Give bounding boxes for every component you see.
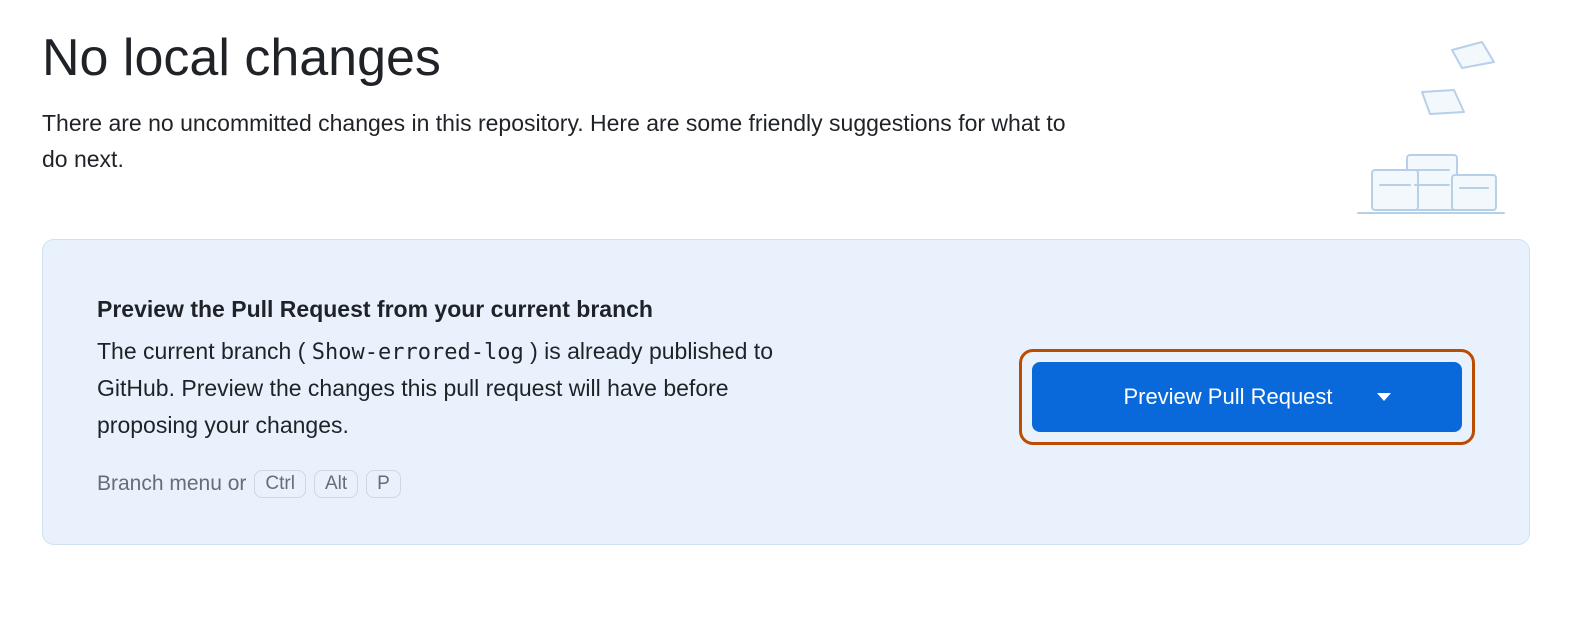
- branch-name: Show-errored-log: [312, 340, 524, 365]
- card-body: The current branch ( Show-errored-log ) …: [97, 333, 827, 444]
- shortcut-hint: Branch menu or Ctrl Alt P: [97, 470, 979, 498]
- caret-down-icon: [1377, 393, 1391, 401]
- card-action-area: Preview Pull Request: [1019, 349, 1475, 445]
- card-title: Preview the Pull Request from your curre…: [97, 296, 979, 323]
- page-title: No local changes: [42, 28, 1530, 88]
- preview-pull-request-button[interactable]: Preview Pull Request: [1032, 362, 1462, 432]
- shortcut-prefix: Branch menu or: [97, 472, 246, 496]
- card-body-prefix: The current branch (: [97, 338, 312, 364]
- kbd-ctrl: Ctrl: [254, 470, 306, 498]
- page-subtitle: There are no uncommitted changes in this…: [42, 106, 1092, 177]
- suggestion-card: Preview the Pull Request from your curre…: [42, 239, 1530, 545]
- card-text-block: Preview the Pull Request from your curre…: [97, 296, 979, 498]
- kbd-p: P: [366, 470, 401, 498]
- primary-button-label: Preview Pull Request: [1123, 384, 1332, 410]
- kbd-alt: Alt: [314, 470, 358, 498]
- highlight-ring: Preview Pull Request: [1019, 349, 1475, 445]
